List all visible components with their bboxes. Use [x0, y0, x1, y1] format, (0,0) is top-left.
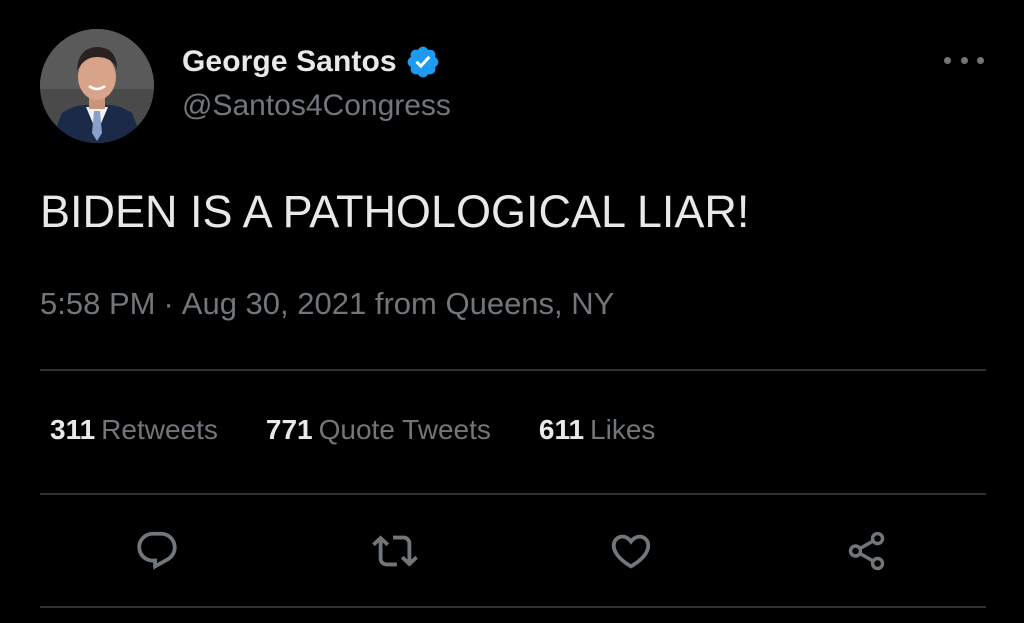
likes-count: 611	[538, 414, 585, 445]
avatar[interactable]	[40, 29, 154, 143]
tweet-card: George Santos @Santos4Congress BIDEN IS …	[0, 0, 1024, 623]
likes-label: Likes	[590, 414, 656, 445]
more-dot	[944, 56, 951, 64]
divider-top	[40, 369, 986, 371]
tweet-time[interactable]: 5:58 PM	[40, 286, 155, 321]
retweet-icon	[372, 535, 418, 567]
retweet-button[interactable]	[370, 526, 420, 576]
more-horizontal-icon[interactable]	[944, 45, 984, 75]
tweet-metadata: 5:58 PM · Aug 30, 2021 from Queens, NY	[40, 286, 614, 322]
retweets-count: 311	[50, 414, 96, 445]
more-dot	[977, 56, 984, 64]
display-name[interactable]: George Santos	[182, 45, 397, 79]
tweet-text: BIDEN IS A PATHOLOGICAL LIAR!	[40, 186, 750, 237]
author-row: George Santos	[182, 42, 441, 82]
quote-tweets-count: 771	[265, 414, 313, 445]
likes-stat[interactable]: 611 Likes	[539, 414, 656, 446]
reply-icon	[137, 531, 177, 570]
verified-badge-icon	[405, 44, 441, 80]
author-handle[interactable]: @Santos4Congress	[182, 89, 451, 123]
quote-tweets-label: Quote Tweets	[318, 414, 491, 445]
avatar-image	[40, 29, 154, 143]
divider-middle	[40, 493, 986, 495]
tweet-source: from Queens, NY	[374, 286, 615, 321]
tweet-date[interactable]: Aug 30, 2021	[182, 286, 366, 321]
heart-icon	[611, 534, 651, 569]
share-button[interactable]	[842, 526, 892, 576]
retweets-stat[interactable]: 311 Retweets	[50, 414, 218, 446]
like-button[interactable]	[606, 526, 656, 576]
more-dot	[960, 56, 968, 64]
retweets-label: Retweets	[101, 414, 218, 445]
share-icon	[848, 531, 885, 571]
quote-tweets-stat[interactable]: 771 Quote Tweets	[266, 414, 491, 446]
tweet-stats: 311 Retweets 771 Quote Tweets 611 Likes	[50, 414, 703, 446]
divider-bottom	[40, 606, 986, 608]
action-bar	[0, 526, 1024, 576]
reply-button[interactable]	[132, 526, 182, 576]
meta-separator: ·	[163, 286, 174, 321]
